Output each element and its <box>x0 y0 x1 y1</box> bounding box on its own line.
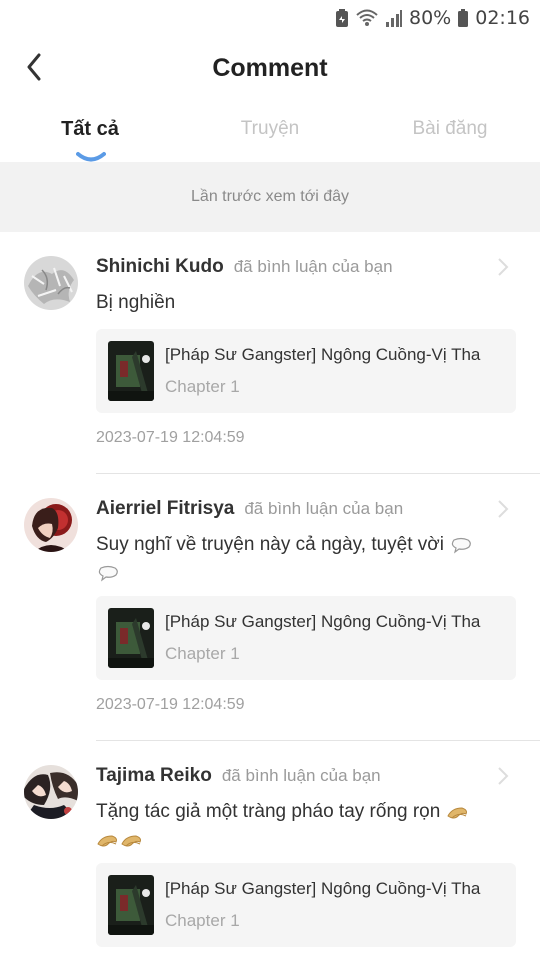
user-name[interactable]: Shinichi Kudo <box>96 256 224 278</box>
comment-header: Aierriel Fitrisya đã bình luận của bạn <box>96 498 403 520</box>
comment-item[interactable]: Aierriel Fitrisya đã bình luận của bạn S… <box>0 474 540 741</box>
status-bar: 80% 02:16 <box>0 0 540 36</box>
battery-saver-icon <box>335 8 349 28</box>
action-text: đã bình luận của bạn <box>221 766 381 785</box>
comment-body: Tặng tác giả một tràng pháo tay rống rọn <box>96 801 441 822</box>
story-cover <box>108 875 154 935</box>
comment-list: Shinichi Kudo đã bình luận của bạn Bị ng… <box>0 232 540 960</box>
story-title: [Pháp Sư Gangster] Ngông Cuồng-Vị Tha <box>165 612 481 631</box>
clapping-hands-emoji <box>446 803 470 821</box>
avatar[interactable] <box>24 256 78 310</box>
comment-header: Shinichi Kudo đã bình luận của bạn <box>96 256 393 278</box>
page-title: Comment <box>212 54 328 82</box>
comment-text: Bị nghiền <box>96 289 516 317</box>
story-card[interactable]: [Pháp Sư Gangster] Ngông Cuồng-Vị Tha Ch… <box>96 596 516 680</box>
user-name[interactable]: Aierriel Fitrisya <box>96 498 234 520</box>
last-viewed-banner: Lần trước xem tới đây <box>0 162 540 232</box>
comment-item[interactable]: Tajima Reiko đã bình luận của bạn Tặng t… <box>0 741 540 960</box>
chevron-right-icon <box>496 256 510 278</box>
chapter-label: Chapter 1 <box>165 377 240 396</box>
story-card[interactable]: [Pháp Sư Gangster] Ngông Cuồng-Vị Tha Ch… <box>96 863 516 947</box>
tab-bar: Tất cả Truyện Bài đăng <box>0 104 540 162</box>
story-cover <box>108 608 154 668</box>
thought-bubble-emoji <box>449 536 473 554</box>
app-bar: Comment <box>0 36 540 104</box>
tab-posts[interactable]: Bài đăng <box>360 118 540 140</box>
wifi-icon <box>355 8 379 28</box>
signal-icon <box>385 8 403 28</box>
tab-stories[interactable]: Truyện <box>180 118 360 140</box>
active-tab-indicator <box>76 150 106 162</box>
avatar[interactable] <box>24 498 78 552</box>
comment-header: Tajima Reiko đã bình luận của bạn <box>96 765 381 787</box>
story-title: [Pháp Sư Gangster] Ngông Cuồng-Vị Tha <box>165 345 481 364</box>
chapter-label: Chapter 1 <box>165 911 240 930</box>
clock: 02:16 <box>475 7 530 29</box>
thought-bubble-emoji <box>96 564 120 582</box>
chapter-label: Chapter 1 <box>165 644 240 663</box>
clapping-hands-emoji <box>96 831 120 849</box>
comment-body: Bị nghiền <box>96 292 176 313</box>
avatar[interactable] <box>24 765 78 819</box>
action-text: đã bình luận của bạn <box>233 257 393 276</box>
timestamp: 2023-07-19 12:04:59 <box>96 429 245 446</box>
comment-text: Suy nghĩ về truyện này cả ngày, tuyệt vờ… <box>96 531 516 587</box>
story-cover <box>108 341 154 401</box>
user-name[interactable]: Tajima Reiko <box>96 765 212 787</box>
timestamp: 2023-07-19 12:04:59 <box>96 696 245 713</box>
clapping-hands-emoji <box>120 831 144 849</box>
battery-percent: 80% <box>409 7 452 29</box>
comment-body: Suy nghĩ về truyện này cả ngày, tuyệt vờ… <box>96 534 444 555</box>
battery-icon <box>457 8 469 28</box>
tab-all[interactable]: Tất cả <box>0 118 180 141</box>
comment-item[interactable]: Shinichi Kudo đã bình luận của bạn Bị ng… <box>0 232 540 474</box>
status-icons: 80% 02:16 <box>335 6 530 30</box>
comment-text: Tặng tác giả một tràng pháo tay rống rọn <box>96 798 516 854</box>
chevron-right-icon <box>496 498 510 520</box>
story-title: [Pháp Sư Gangster] Ngông Cuồng-Vị Tha <box>165 879 481 898</box>
chevron-right-icon <box>496 765 510 787</box>
action-text: đã bình luận của bạn <box>244 499 404 518</box>
last-viewed-text: Lần trước xem tới đây <box>191 188 349 205</box>
story-card[interactable]: [Pháp Sư Gangster] Ngông Cuồng-Vị Tha Ch… <box>96 329 516 413</box>
